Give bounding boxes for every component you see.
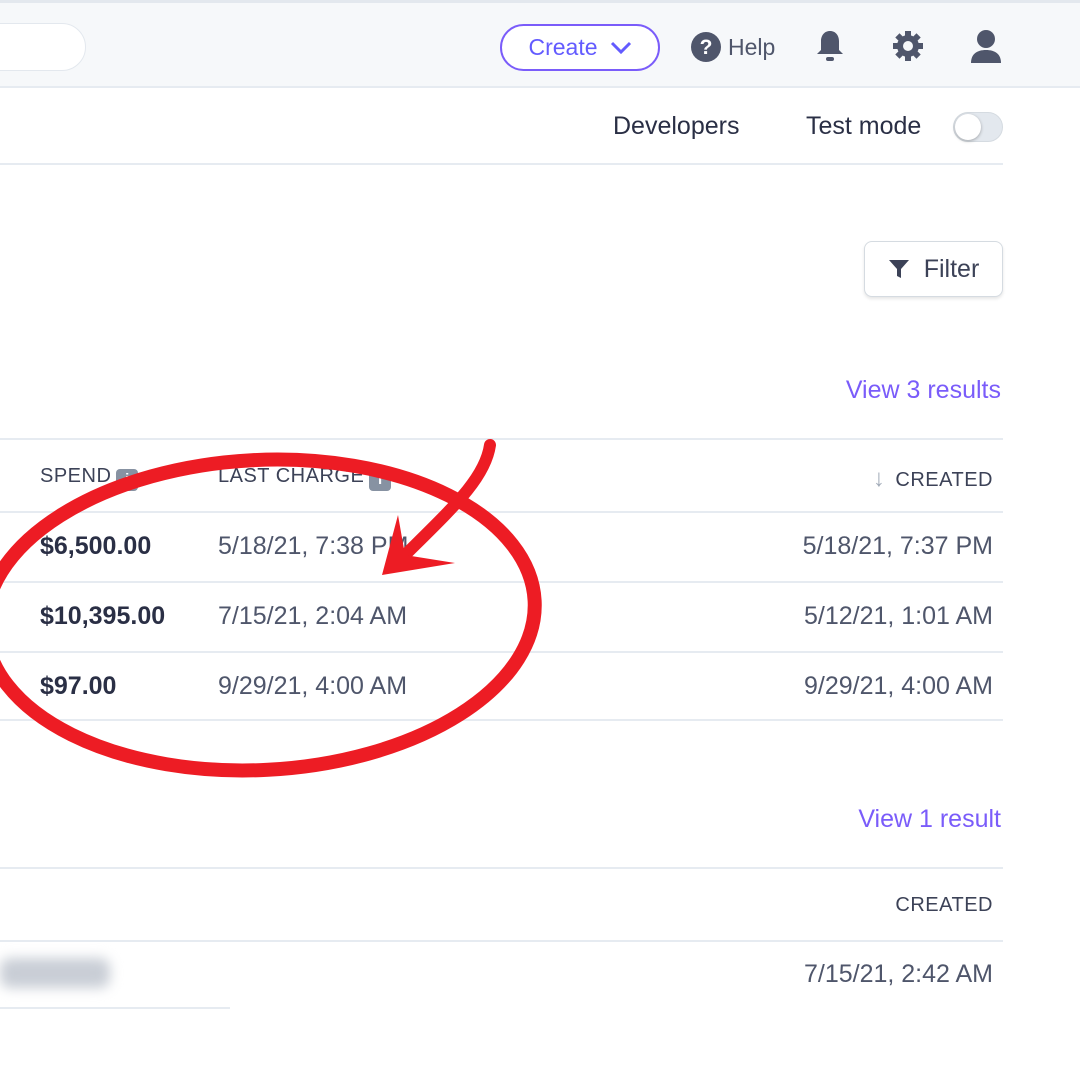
header-created[interactable]: CREATED <box>895 894 993 917</box>
svg-text:?: ? <box>700 36 713 59</box>
search-input[interactable] <box>0 23 86 71</box>
top-bar: Create ? Help <box>0 0 1080 88</box>
created-cell: 9/29/21, 4:00 AM <box>803 672 993 700</box>
sort-arrow-down-icon: ↓ <box>872 465 886 492</box>
row-divider <box>0 1007 230 1009</box>
header-spend-label: SPEND <box>40 465 112 487</box>
divider <box>0 867 1003 869</box>
divider <box>0 163 1003 165</box>
created-cell: 7/15/21, 2:42 AM <box>803 960 993 988</box>
test-mode-label: Test mode <box>806 112 922 140</box>
created-cell: 5/12/21, 1:01 AM <box>803 602 993 630</box>
redacted-text <box>0 958 110 988</box>
filter-button[interactable]: Filter <box>864 241 1003 297</box>
filter-icon <box>888 260 909 278</box>
red-arrow-annotation <box>389 439 496 571</box>
view-3-results-link[interactable]: View 3 results <box>846 376 1001 405</box>
user-icon[interactable] <box>969 29 1003 65</box>
created-cell: 5/18/21, 7:37 PM <box>802 532 993 560</box>
last-charge-cell: 7/15/21, 2:04 AM <box>218 602 408 630</box>
bell-icon[interactable] <box>815 29 845 65</box>
header-spend[interactable]: SPEND i <box>40 465 139 491</box>
info-icon[interactable]: i <box>116 469 139 491</box>
spend-cell: $10,395.00 <box>40 602 166 630</box>
spend-cell: $6,500.00 <box>40 532 152 560</box>
divider <box>0 940 1003 942</box>
row-divider <box>0 581 1003 583</box>
last-charge-cell: 5/18/21, 7:38 PM <box>218 532 409 560</box>
create-button[interactable]: Create <box>500 24 660 71</box>
header-created[interactable]: ↓ CREATED <box>873 465 993 493</box>
test-mode-toggle[interactable] <box>953 112 1003 142</box>
header-last-charge[interactable]: LAST CHARGE i <box>218 465 392 491</box>
developers-link[interactable]: Developers <box>613 112 739 141</box>
gear-icon[interactable] <box>891 29 925 63</box>
create-label: Create <box>528 34 598 60</box>
divider <box>0 511 1003 513</box>
divider <box>0 438 1003 440</box>
chevron-down-icon <box>610 41 631 54</box>
last-charge-cell: 9/29/21, 4:00 AM <box>218 672 408 700</box>
header-created-label: CREATED <box>895 469 993 491</box>
toggle-knob <box>955 114 981 140</box>
header-last-charge-label: LAST CHARGE <box>218 465 365 487</box>
help-circle-icon: ? <box>691 32 721 62</box>
filter-label: Filter <box>923 254 980 283</box>
view-1-result-link[interactable]: View 1 result <box>858 805 1001 834</box>
row-divider <box>0 651 1003 653</box>
help-button[interactable]: ? Help <box>690 31 775 63</box>
info-icon[interactable]: i <box>369 469 392 491</box>
row-divider <box>0 719 1003 721</box>
help-label: Help <box>728 33 776 60</box>
spend-cell: $97.00 <box>40 672 117 700</box>
